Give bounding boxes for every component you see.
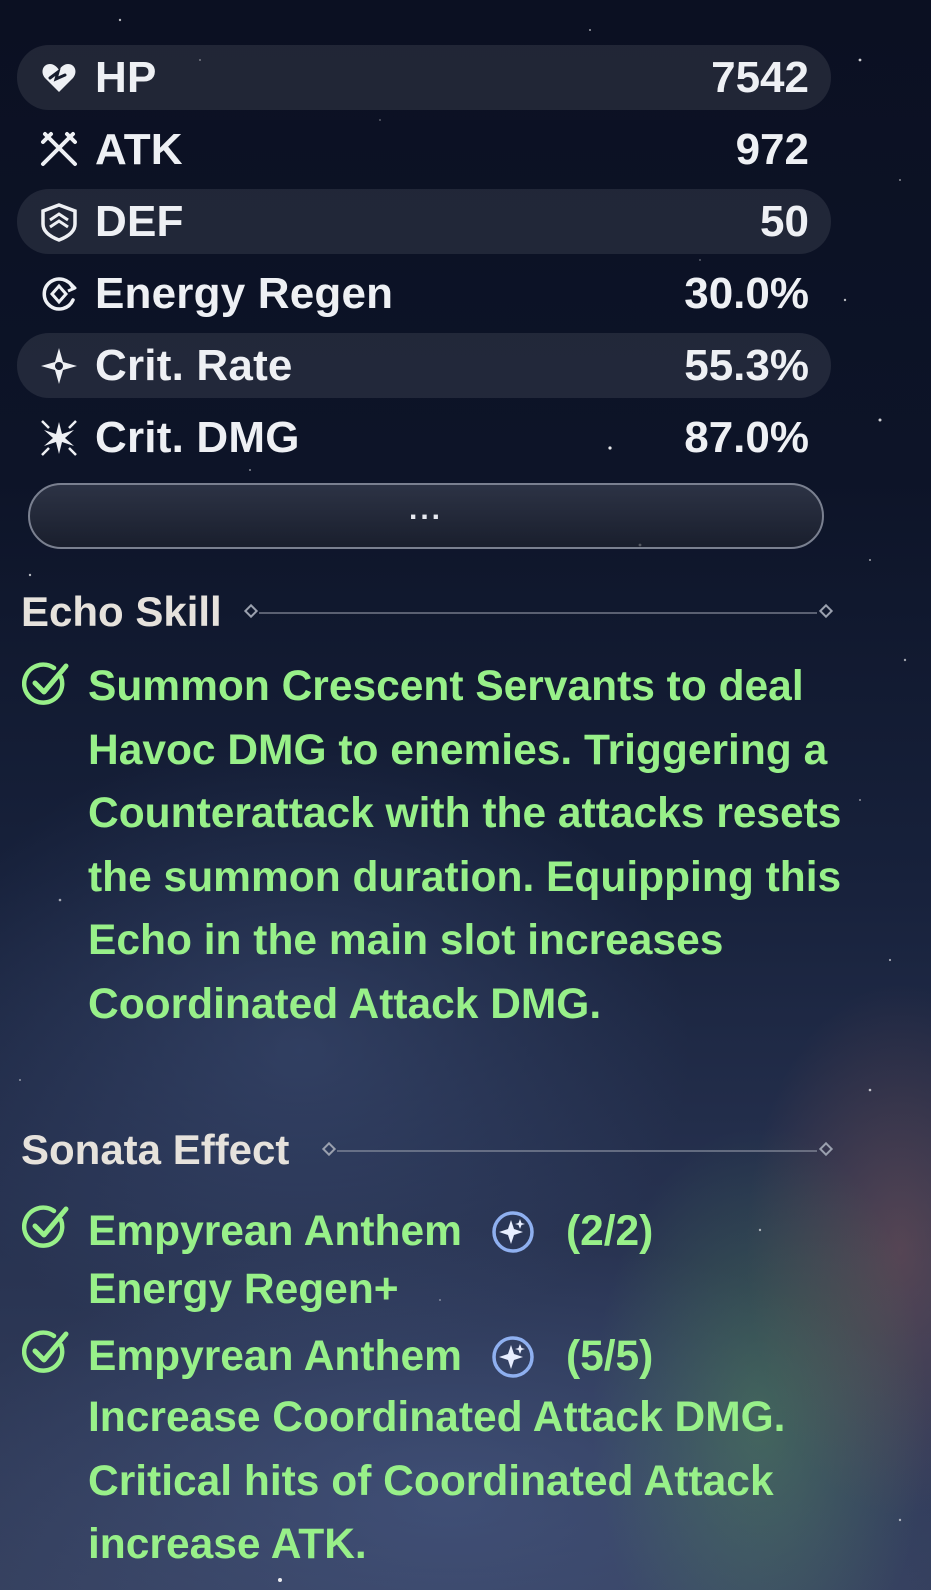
check-circle-icon — [22, 1205, 69, 1248]
echo-skill-header: Echo Skill — [21, 588, 834, 638]
more-button-label: ... — [408, 493, 443, 526]
sonata-effect-header: Sonata Effect — [21, 1126, 834, 1176]
heart-icon — [37, 56, 81, 100]
sonata-name: Empyrean Anthem — [88, 1333, 462, 1380]
stat-value: 55.3% — [684, 340, 809, 390]
stat-value: 30.0% — [684, 268, 809, 318]
stat-value: 972 — [735, 124, 809, 174]
stat-value: 50 — [760, 196, 809, 246]
divider-diamond-right — [818, 1141, 834, 1157]
stat-row-atk: ATK 972 — [17, 117, 831, 182]
stat-label: ATK — [95, 124, 183, 174]
energy-regen-icon — [37, 272, 81, 316]
divider-line — [337, 1150, 817, 1152]
empyrean-anthem-sonata-icon — [492, 1211, 534, 1253]
sonata-piece-count: (2/2) — [565, 1208, 654, 1255]
divider-diamond-left — [321, 1141, 337, 1157]
crit-rate-star-icon — [37, 344, 81, 388]
empyrean-anthem-sonata-icon — [492, 1336, 534, 1378]
stat-label: DEF — [95, 196, 184, 246]
sonata-name: Empyrean Anthem — [88, 1208, 462, 1255]
stats-list: HP 7542 ATK 972 DEF 50 Energy Regen 30.0… — [17, 45, 831, 477]
sonata-effect-item: Empyrean Anthem (5/5) Increase Coordinat… — [88, 1328, 848, 1577]
stat-value: 7542 — [711, 52, 809, 102]
section-title: Echo Skill — [21, 588, 222, 635]
echo-skill-description: Summon Crescent Servants to deal Havoc D… — [88, 663, 842, 1028]
sonata-description: Energy Regen+ — [88, 1266, 399, 1313]
stat-row-hp: HP 7542 — [17, 45, 831, 110]
divider-diamond-left — [243, 603, 259, 619]
stat-label: Crit. Rate — [95, 340, 293, 390]
stat-value: 87.0% — [684, 412, 809, 462]
stat-label: Crit. DMG — [95, 412, 300, 462]
stat-row-crit-rate: Crit. Rate 55.3% — [17, 333, 831, 398]
stat-label: Energy Regen — [95, 268, 394, 318]
more-stats-button[interactable]: ... — [28, 483, 824, 549]
crit-dmg-burst-icon — [37, 416, 81, 460]
sonata-description: Increase Coordinated Attack DMG. Critica… — [88, 1394, 786, 1568]
section-title: Sonata Effect — [21, 1126, 290, 1173]
stat-row-energy-regen: Energy Regen 30.0% — [17, 261, 831, 326]
crossed-swords-icon — [37, 128, 81, 172]
shield-icon — [37, 200, 81, 244]
stat-label: HP — [95, 52, 157, 102]
sonata-piece-count: (5/5) — [565, 1333, 654, 1380]
stat-row-crit-dmg: Crit. DMG 87.0% — [17, 405, 831, 470]
stat-row-def: DEF 50 — [17, 189, 831, 254]
check-circle-icon — [22, 662, 69, 705]
divider-line — [259, 612, 817, 614]
sonata-effect-item: Empyrean Anthem (2/2) Energy Regen+ — [88, 1203, 848, 1319]
divider-diamond-right — [818, 603, 834, 619]
check-circle-icon — [22, 1330, 69, 1373]
